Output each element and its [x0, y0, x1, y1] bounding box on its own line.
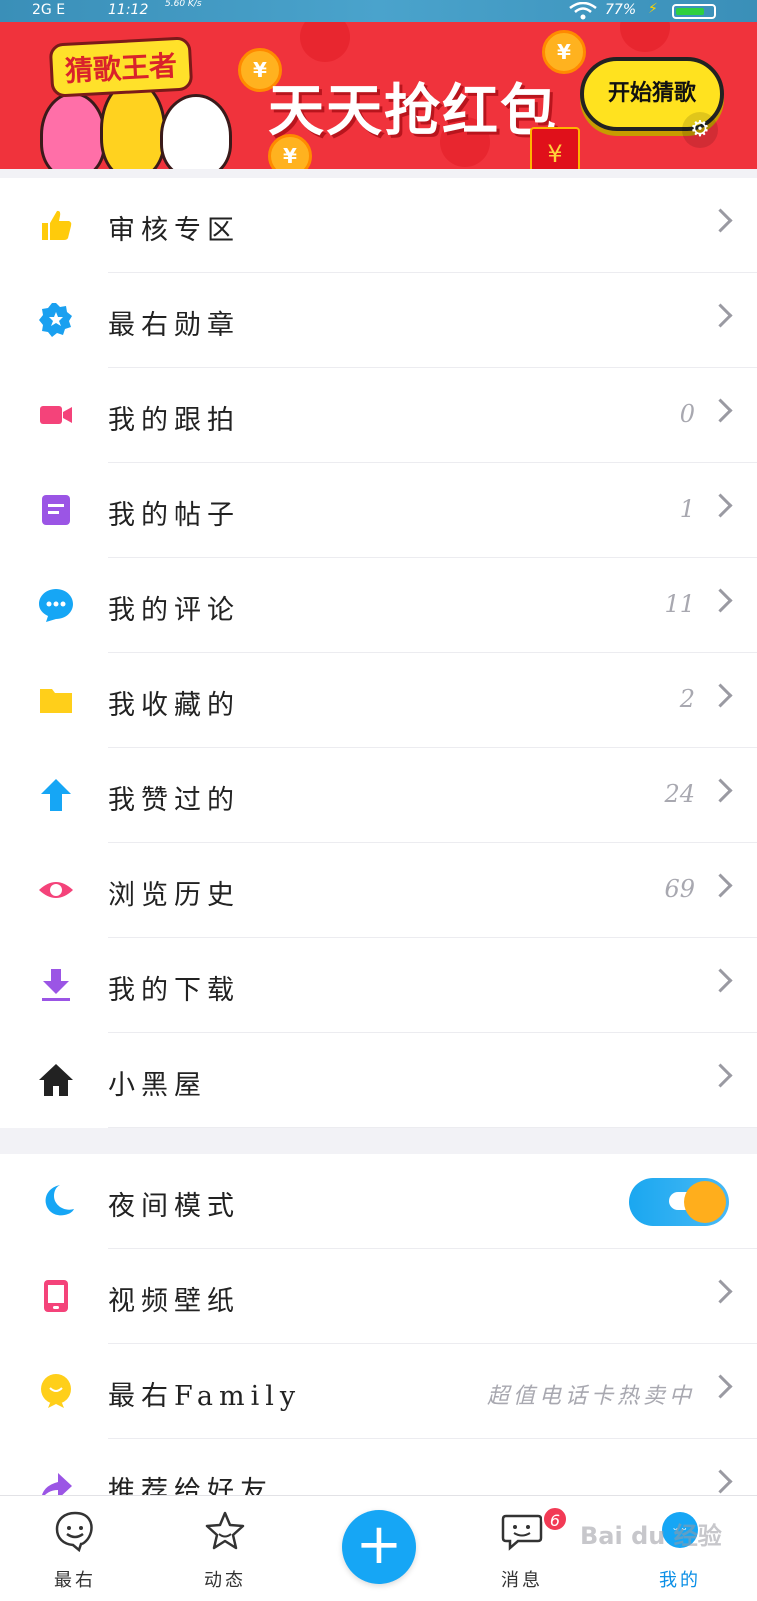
menu-item-count: 1 — [679, 495, 695, 523]
menu-item-label: 我的跟拍 — [108, 405, 240, 436]
menu-item-label: 我赞过的 — [108, 785, 240, 816]
up-arrow-icon — [38, 777, 74, 813]
tab-label: 最右 — [54, 1570, 96, 1591]
clock: 11:12 — [108, 2, 149, 18]
menu-item[interactable]: 我的下载 — [0, 938, 757, 1033]
thumbs-up-icon — [38, 207, 74, 243]
menu-item-label: 最右勋章 — [108, 310, 240, 341]
tab-label: 动态 — [204, 1570, 246, 1591]
menu-item[interactable]: 我的评论 11 — [0, 558, 757, 653]
chevron-right-icon — [708, 1063, 733, 1088]
house-icon — [38, 1062, 74, 1098]
chevron-right-icon — [708, 778, 733, 803]
bottom-tab-bar: 最右 动态 + 6 消息 ᵕ ᵕ 我的 Bai du 经验 — [0, 1495, 757, 1601]
folder-icon — [38, 682, 74, 718]
menu-item-label: 审核专区 — [108, 215, 240, 246]
wifi-icon — [568, 1, 598, 24]
charging-icon: ⚡ — [648, 1, 658, 17]
menu-item[interactable]: 我的帖子 1 — [0, 463, 757, 558]
menu-item[interactable]: 最右Family 超值电话卡热卖中 — [0, 1344, 757, 1439]
tab-label: 我的 — [659, 1570, 701, 1591]
family-mascot-icon — [38, 1373, 74, 1409]
video-camera-icon — [38, 397, 74, 433]
banner-headline: 天天抢红包 — [268, 79, 558, 144]
chevron-right-icon — [708, 303, 733, 328]
menu-item[interactable]: 审核专区 — [0, 178, 757, 273]
tab-messages[interactable]: 6 消息 — [462, 1496, 582, 1601]
profile-menu: 审核专区最右勋章我的跟拍 0 我的帖子 1 我的评论 11 我收藏的 2 我赞过的 24 浏览历史 6… — [0, 178, 757, 1128]
chevron-right-icon — [708, 588, 733, 613]
phone-wallpaper-icon — [38, 1278, 74, 1314]
menu-item[interactable]: 视频壁纸 — [0, 1249, 757, 1344]
menu-item-label: 小黑屋 — [108, 1070, 207, 1101]
chevron-right-icon — [708, 493, 733, 518]
chat-bubble-icon — [500, 1510, 544, 1552]
menu-item-label: 我收藏的 — [108, 690, 240, 721]
create-post-button[interactable]: + — [342, 1510, 416, 1584]
chevron-right-icon — [708, 1469, 733, 1494]
tab-label: 消息 — [501, 1570, 543, 1591]
menu-item-label: 我的下载 — [108, 975, 240, 1006]
download-icon — [38, 967, 74, 1003]
menu-item-label: 我的帖子 — [108, 500, 240, 531]
white-mascot — [160, 94, 232, 169]
chevron-right-icon — [708, 968, 733, 993]
menu-item[interactable]: 我收藏的 2 — [0, 653, 757, 748]
menu-item-label: 我的评论 — [108, 595, 240, 626]
menu-item-label: 视频壁纸 — [108, 1286, 240, 1317]
chevron-right-icon — [708, 1374, 733, 1399]
menu-item[interactable]: 我的跟拍 0 — [0, 368, 757, 463]
menu-item[interactable]: 夜间模式 — [0, 1154, 757, 1249]
sun-knob — [684, 1181, 726, 1223]
night-mode-toggle[interactable] — [629, 1178, 729, 1226]
badge-star-icon — [38, 302, 74, 338]
chevron-right-icon — [708, 1279, 733, 1304]
chevron-right-icon — [708, 873, 733, 898]
menu-item-count: 24 — [664, 780, 695, 808]
eye-icon — [38, 872, 74, 908]
tab-dongtai[interactable]: 动态 — [165, 1496, 285, 1601]
chevron-right-icon — [708, 683, 733, 708]
post-document-icon — [38, 492, 74, 528]
chevron-right-icon — [708, 208, 733, 233]
divider — [108, 1127, 757, 1128]
gear-icon[interactable]: ⚙ — [682, 112, 718, 148]
star-icon — [203, 1510, 247, 1552]
red-envelope-icon: ¥ — [530, 127, 580, 169]
menu-item[interactable]: 小黑屋 — [0, 1033, 757, 1128]
menu-item-count: 11 — [664, 590, 695, 618]
watermark-logo: Bai du 经验 — [580, 1522, 722, 1550]
menu-item-label: 最右Family — [108, 1381, 302, 1412]
game-logo: 猜歌王者 — [48, 36, 194, 98]
promo-banner[interactable]: 猜歌王者 ¥ ¥ ¥ 天天抢红包 ¥ 开始猜歌 ⚙ — [0, 22, 757, 169]
pink-mascot — [40, 92, 106, 169]
menu-item[interactable]: 我赞过的 24 — [0, 748, 757, 843]
menu-item-label: 浏览历史 — [108, 880, 240, 911]
menu-item-count: 0 — [679, 400, 695, 428]
settings-menu: 夜间模式 视频壁纸 最右Family 超值电话卡热卖中 推荐给好友 — [0, 1154, 757, 1534]
status-bar: 2G E 11:12 5.60 K/s 77% ⚡ — [0, 0, 757, 22]
unread-badge: 6 — [542, 1506, 568, 1532]
comment-bubble-icon — [38, 587, 74, 623]
battery-icon — [672, 4, 716, 19]
menu-item-label: 夜间模式 — [108, 1191, 240, 1222]
chevron-right-icon — [708, 398, 733, 423]
tab-zuiyou[interactable]: 最右 — [15, 1496, 135, 1601]
network-speed: 5.60 K/s — [165, 0, 202, 9]
menu-item-count: 2 — [679, 685, 695, 713]
menu-item-count: 69 — [664, 875, 695, 903]
promo-text: 超值电话卡热卖中 — [486, 1384, 695, 1409]
battery-percent: 77% — [605, 2, 637, 18]
menu-item[interactable]: 最右勋章 — [0, 273, 757, 368]
moon-icon — [38, 1183, 74, 1219]
smiley-face-icon — [53, 1510, 97, 1553]
menu-item[interactable]: 浏览历史 69 — [0, 843, 757, 938]
network-indicator: 2G E — [32, 2, 66, 18]
